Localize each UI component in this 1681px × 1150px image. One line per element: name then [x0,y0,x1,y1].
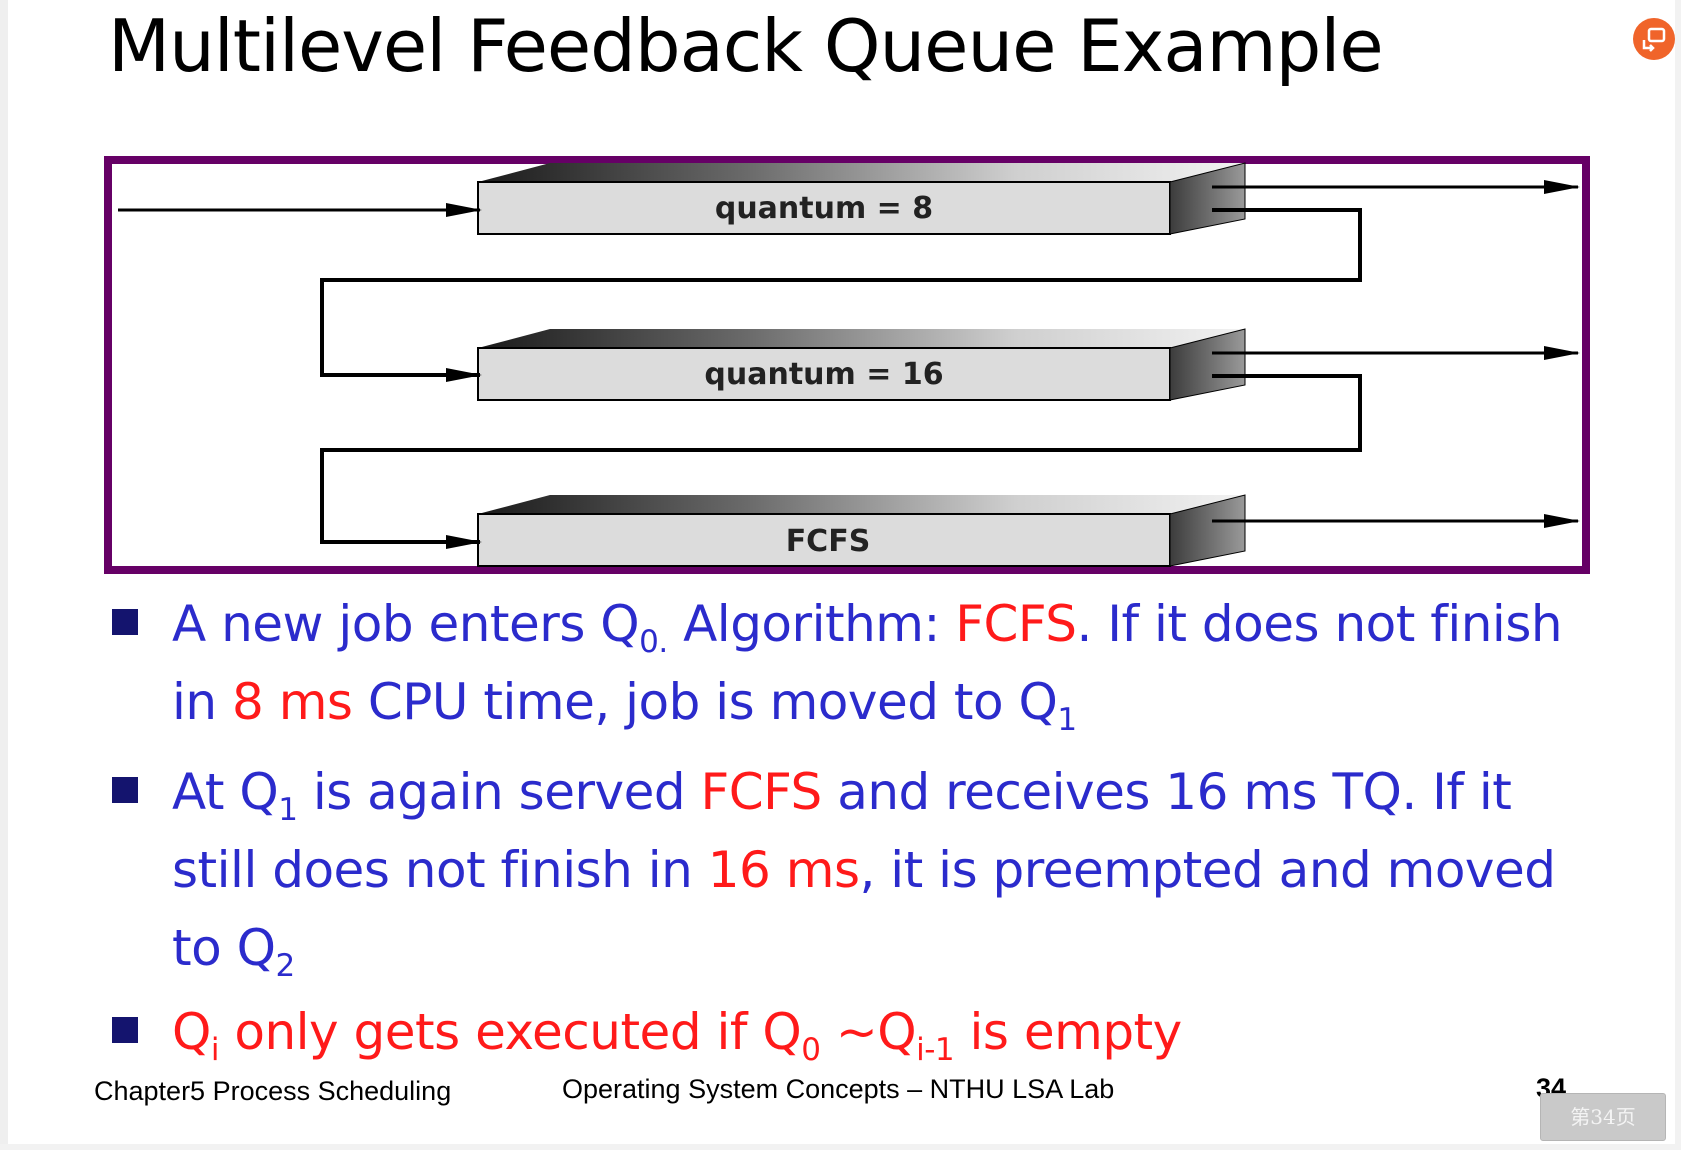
bullet-1-sub-a: 1 [278,791,298,828]
mlfq-diagram: quantum = 8 quantum = 16 FCFS [104,156,1590,574]
bullet-2-sub-b: 0 [801,1031,821,1068]
bullet-2-text-b: only gets executed if Q [218,1003,802,1061]
queue-0-label: quantum = 8 [715,191,933,226]
bullet-2-text-d: is empty [954,1003,1183,1061]
bullet-2-sub-a: i [210,1031,220,1068]
queue-1-box: quantum = 16 [477,328,1246,401]
bullet-0-sub-b: 1 [1057,701,1077,738]
bullet-marker [112,777,138,803]
bullet-1-text-b: is again served [297,763,701,821]
queue-1-label: quantum = 16 [704,357,943,392]
bullet-marker [112,1017,138,1043]
bullet-2-text-c: ~Q [820,1003,917,1061]
bullet-0-text-a: A new job enters Q [172,595,640,653]
page-indicator-badge[interactable]: 第34页 [1540,1093,1666,1141]
slide-bottom-edge [0,1144,1681,1150]
bullet-item-2: Qi only gets executed if Q0 ~Qi-1 is emp… [108,993,1568,1071]
footer-course: Operating System Concepts – NTHU LSA Lab [562,1074,1115,1104]
bullet-0-text-d: CPU time, job is moved to Q [352,673,1058,731]
bullet-marker [112,609,138,635]
bullet-item-0: A new job enters Q0. Algorithm: FCFS. If… [108,585,1568,741]
queue-2-box: FCFS [477,494,1246,567]
bullet-1-highlight-b: 16 ms [707,841,860,899]
queue-2-label: FCFS [786,524,871,559]
bullet-1-text-a: At Q [172,763,279,821]
bullet-1-sub-b: 2 [275,947,295,984]
bullet-item-1: At Q1 is again served FCFS and receives … [108,753,1568,987]
bullet-0-text-b: Algorithm: [667,595,956,653]
bullet-2-text-a: Q [172,1003,211,1061]
bullet-list: A new job enters Q0. Algorithm: FCFS. If… [108,585,1568,1071]
bullet-0-sub-a: 0. [639,623,668,660]
bullet-0-highlight-a: FCFS [955,595,1077,653]
footer-chapter: Chapter5 Process Scheduling [94,1076,452,1106]
queue-0-box: quantum = 8 [477,162,1246,235]
share-icon[interactable] [1633,18,1675,60]
bullet-1-highlight-a: FCFS [700,763,823,821]
bullet-2-sub-c: i-1 [916,1031,955,1068]
slide: Multilevel Feedback Queue Example quantu… [0,0,1681,1150]
bullet-0-highlight-b: 8 ms [231,673,353,731]
